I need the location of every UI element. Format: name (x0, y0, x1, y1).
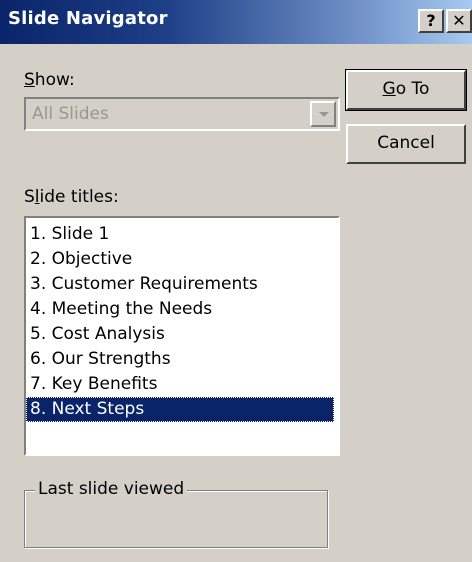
title-bar: Slide Navigator ? ✕ (0, 0, 472, 44)
help-button[interactable]: ? (418, 9, 444, 33)
chevron-down-icon[interactable] (310, 101, 336, 127)
list-item[interactable]: 1. Slide 1 (26, 222, 338, 247)
close-button[interactable]: ✕ (446, 9, 472, 33)
list-item[interactable]: 4. Meeting the Needs (26, 297, 338, 322)
last-slide-viewed-group: Last slide viewed (24, 479, 328, 548)
slide-titles-list[interactable]: 1. Slide 1 2. Objective 3. Customer Requ… (24, 216, 340, 456)
show-dropdown-value: All Slides (32, 104, 109, 124)
go-to-button[interactable]: Go To (345, 69, 467, 111)
window-title: Slide Navigator (8, 8, 168, 29)
list-item-selected[interactable]: 8. Next Steps (26, 397, 334, 422)
slide-titles-label: Slide titles: (24, 187, 119, 207)
show-dropdown[interactable]: All Slides (24, 97, 340, 131)
list-item[interactable]: 6. Our Strengths (26, 347, 338, 372)
last-slide-viewed-label: Last slide viewed (35, 479, 188, 499)
cancel-button[interactable]: Cancel (346, 124, 466, 164)
list-item[interactable]: 3. Customer Requirements (26, 272, 338, 297)
list-item[interactable]: 7. Key Benefits (26, 372, 338, 397)
list-item[interactable]: 5. Cost Analysis (26, 322, 338, 347)
show-label: Show: (24, 70, 75, 90)
list-item[interactable]: 2. Objective (26, 247, 338, 272)
